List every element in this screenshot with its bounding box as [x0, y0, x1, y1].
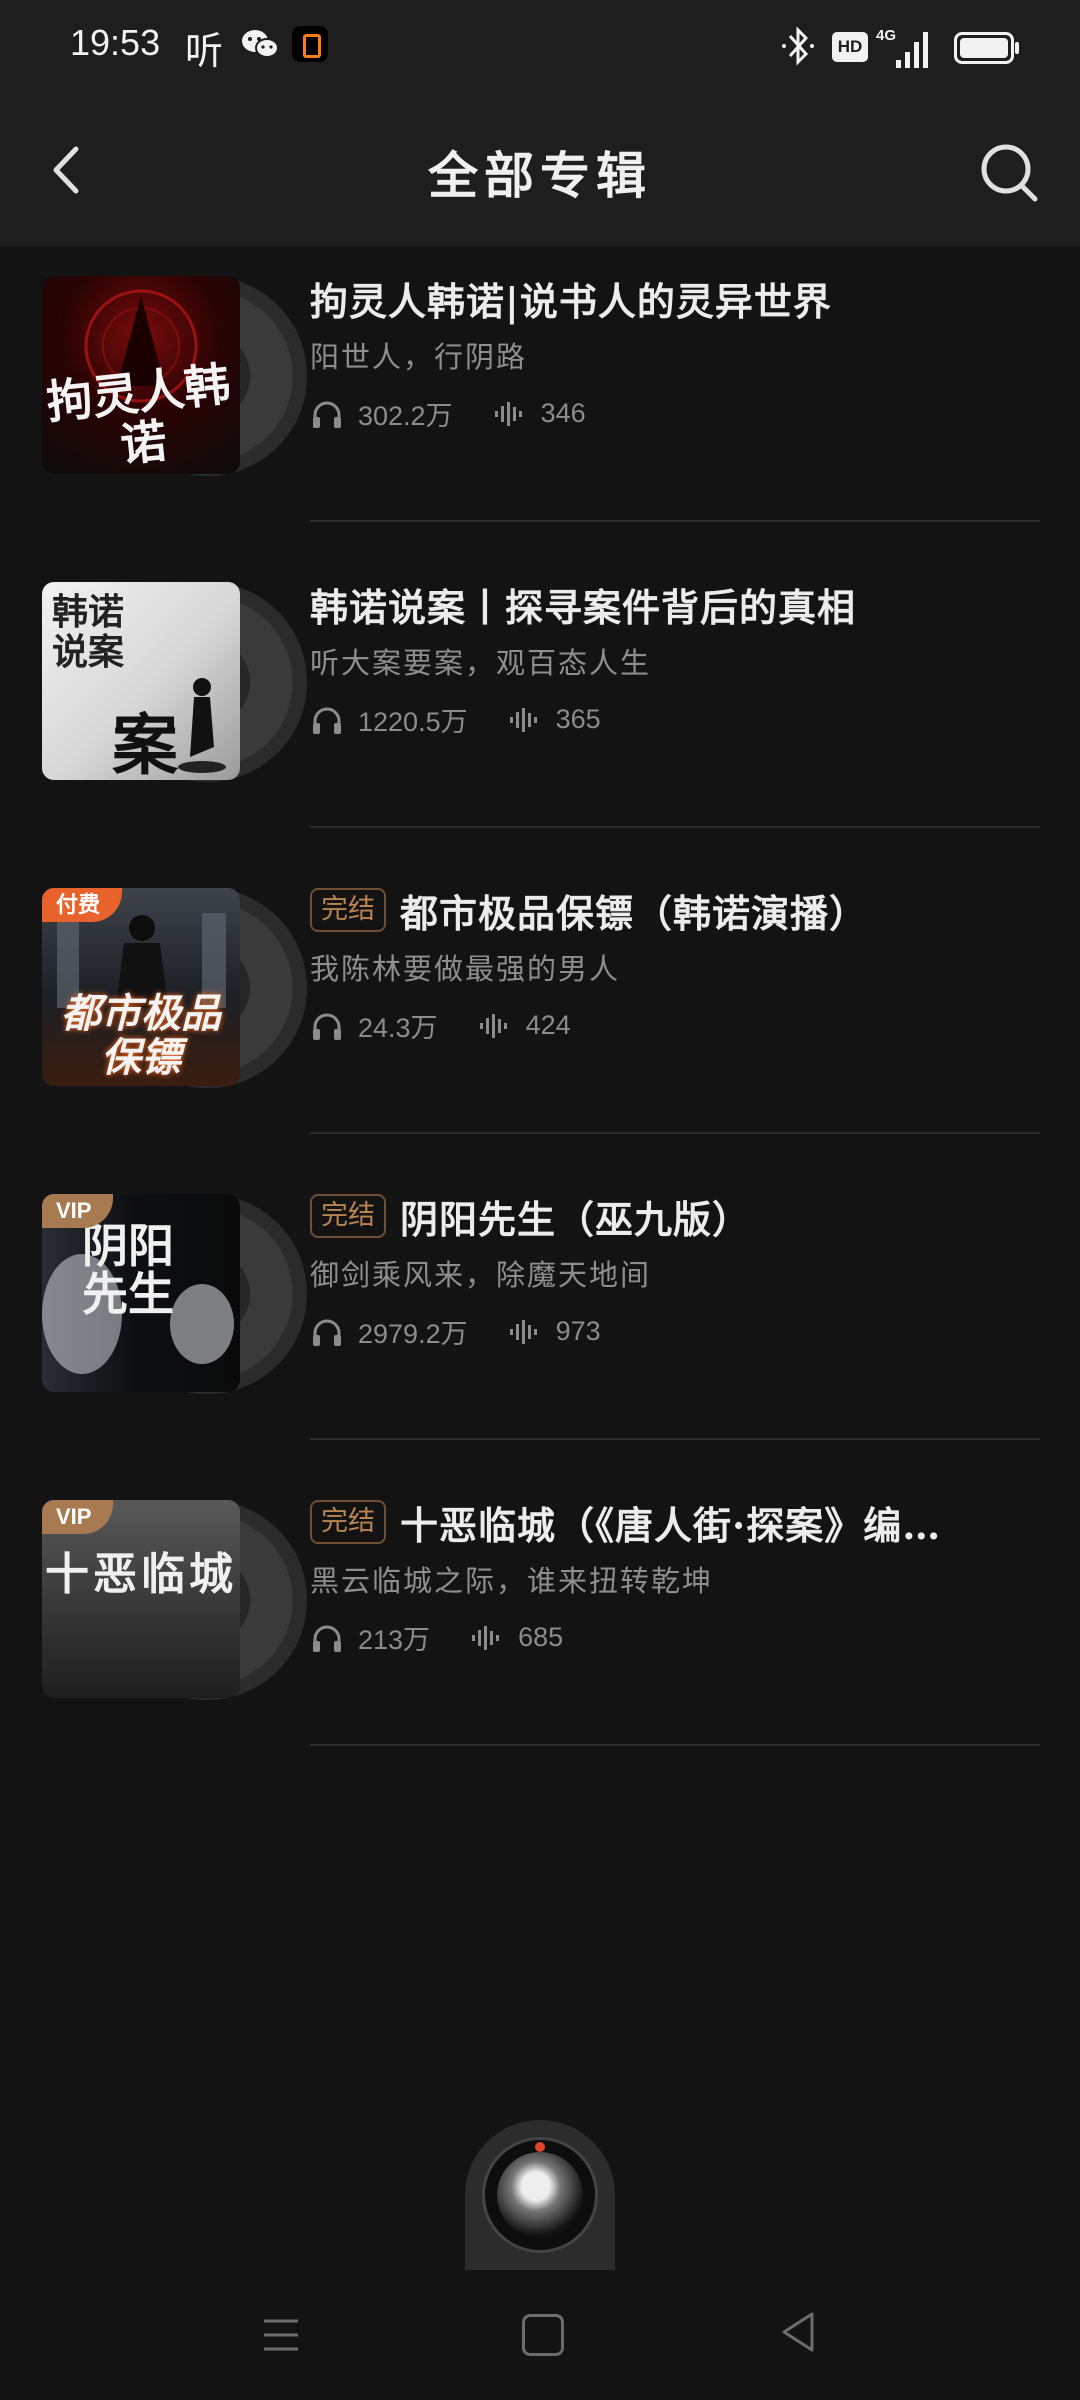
wechat-icon: [242, 30, 279, 58]
battery-icon: [954, 32, 1019, 64]
album-subtitle: 阳世人，行阴路: [310, 340, 528, 374]
status-bar: 19:53 听 HD 4G: [0, 0, 1080, 100]
back-triangle-icon[interactable]: [778, 2310, 818, 2354]
headphones-icon: [313, 401, 341, 428]
album-item[interactable]: 都市极品保镖 付费 完结 都市极品保镖（韩诺演播） 我陈林要做最强的男人 24.…: [0, 858, 1080, 1164]
completed-tag: 完结: [310, 1194, 386, 1238]
hd-icon: HD: [832, 32, 868, 62]
now-playing-cover: [497, 2152, 583, 2238]
album-subtitle: 听大案要案，观百态人生: [310, 646, 652, 680]
cover-title: 拘灵人韩诺: [44, 356, 233, 473]
bluetooth-icon: [782, 26, 814, 66]
divider: [310, 520, 1040, 522]
cover-image: 十恶临城 VIP: [42, 1500, 240, 1698]
divider: [310, 1132, 1040, 1134]
home-icon[interactable]: [522, 2314, 564, 2356]
system-nav-bar: [0, 2270, 1080, 2400]
headphones-icon: [313, 1013, 341, 1040]
divider: [310, 826, 1040, 828]
search-icon[interactable]: [975, 138, 1045, 208]
track-count: 365: [555, 704, 601, 734]
cover-image: 拘灵人韩诺: [42, 276, 240, 474]
album-subtitle: 我陈林要做最强的男人: [310, 952, 621, 986]
status-time: 19:53: [70, 22, 161, 63]
album-info: 完结 阴阳先生（巫九版） 御剑乘风来，除魔天地间 2979.2万 973: [310, 1188, 1040, 1351]
cover-title: 都市极品保镖: [61, 990, 221, 1081]
page-title: 全部专辑: [428, 146, 652, 205]
vip-badge: VIP: [42, 1500, 114, 1534]
play-count: 213万: [358, 1625, 431, 1655]
network-type-label: 4G: [876, 27, 896, 44]
album-list: 拘灵人韩诺 拘灵人韩诺|说书人的灵异世界 阳世人，行阴路 302.2万 346: [0, 246, 1080, 1776]
album-info: 完结 都市极品保镖（韩诺演播） 我陈林要做最强的男人 24.3万 424: [310, 882, 1040, 1045]
audio-wave-icon: [479, 1013, 507, 1038]
track-count: 973: [555, 1316, 601, 1346]
album-info: 韩诺说案丨探寻案件背后的真相 听大案要案，观百态人生 1220.5万 365: [310, 576, 1040, 739]
album-item[interactable]: 十恶临城 VIP 完结 十恶临城（《唐人街·探案》编… 黑云临城之际，谁来扭转乾…: [0, 1470, 1080, 1776]
app-header: 全部专辑: [0, 100, 1080, 246]
headphones-icon: [313, 1319, 341, 1346]
album-title: 阴阳先生（巫九版）: [400, 1196, 752, 1242]
cover-image: 阴阳先生 VIP: [42, 1194, 240, 1392]
album-title: 韩诺说案丨探寻案件背后的真相: [310, 584, 857, 630]
album-item[interactable]: 拘灵人韩诺 拘灵人韩诺|说书人的灵异世界 阳世人，行阴路 302.2万 346: [0, 246, 1080, 552]
menu-icon[interactable]: [262, 2315, 300, 2355]
album-cover: 都市极品保镖 付费: [42, 888, 307, 1088]
completed-tag: 完结: [310, 1500, 386, 1544]
track-count: 346: [540, 398, 586, 428]
album-cover: 阴阳先生 VIP: [42, 1194, 307, 1394]
headphones-icon: [313, 707, 341, 734]
headphones-icon: [313, 1625, 341, 1652]
audio-wave-icon: [472, 1625, 500, 1650]
play-count: 24.3万: [358, 1013, 438, 1043]
cover-title: 十恶临城: [45, 1549, 237, 1600]
cover-title: 阴阳先生: [82, 1219, 174, 1321]
audio-wave-icon: [494, 401, 522, 426]
track-count: 424: [525, 1010, 571, 1040]
cover-char: 案: [112, 706, 178, 780]
signal-icon: 4G: [876, 27, 928, 68]
completed-tag: 完结: [310, 888, 386, 932]
album-subtitle: 黑云临城之际，谁来扭转乾坤: [310, 1564, 714, 1598]
album-info: 完结 十恶临城（《唐人街·探案》编… 黑云临城之际，谁来扭转乾坤 213万 68…: [310, 1494, 1040, 1657]
divider: [310, 1438, 1040, 1440]
mini-player[interactable]: [465, 2120, 615, 2270]
cover-title: 韩诺说案: [52, 591, 125, 673]
album-item[interactable]: 阴阳先生 VIP 完结 阴阳先生（巫九版） 御剑乘风来，除魔天地间 2979.2…: [0, 1164, 1080, 1470]
track-count: 685: [518, 1622, 564, 1652]
album-subtitle: 御剑乘风来，除魔天地间: [310, 1258, 652, 1292]
album-title: 都市极品保镖（韩诺演播）: [400, 890, 869, 936]
album-title: 拘灵人韩诺|说书人的灵异世界: [310, 278, 832, 324]
album-item[interactable]: 韩诺说案 案 韩诺说案丨探寻案件背后的真相 听大案要案，观百态人生 1220.5…: [0, 552, 1080, 858]
play-count: 2979.2万: [358, 1319, 468, 1349]
cover-image: 都市极品保镖 付费: [42, 888, 240, 1086]
play-count: 1220.5万: [358, 707, 468, 737]
album-cover: 韩诺说案 案: [42, 582, 307, 782]
playing-indicator-icon: [535, 2142, 545, 2152]
album-cover: 十恶临城 VIP: [42, 1500, 307, 1700]
cover-image: 韩诺说案 案: [42, 582, 240, 780]
audio-wave-icon: [509, 1319, 537, 1344]
now-playing-disc-icon[interactable]: [482, 2137, 598, 2253]
divider: [310, 1744, 1040, 1746]
play-count: 302.2万: [358, 401, 453, 431]
app-notification-icon: [292, 26, 328, 62]
album-info: 拘灵人韩诺|说书人的灵异世界 阳世人，行阴路 302.2万 346: [310, 270, 1040, 433]
album-title: 十恶临城（《唐人街·探案》编…: [400, 1502, 942, 1548]
audio-wave-icon: [509, 707, 537, 732]
ting-icon: 听: [185, 29, 224, 73]
album-cover: 拘灵人韩诺: [42, 276, 307, 476]
